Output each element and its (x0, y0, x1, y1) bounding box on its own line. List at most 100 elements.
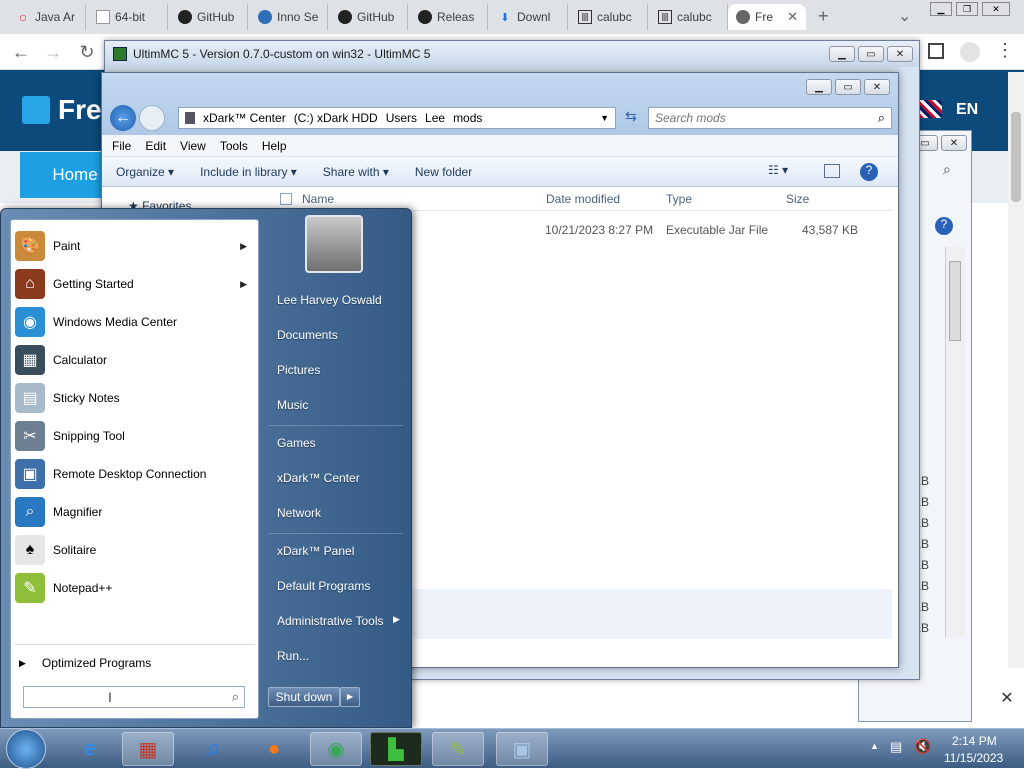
clock-time[interactable]: 2:14 PM (952, 734, 997, 748)
notepad-plus-icon[interactable]: ✎ (432, 732, 484, 766)
col-size[interactable]: Size (786, 192, 809, 206)
search-icon[interactable]: ⌕ (878, 110, 885, 126)
start-orb-icon[interactable] (6, 729, 46, 769)
music-icon[interactable]: ♫ (186, 732, 238, 766)
organize-button[interactable]: Organize ▾ (116, 165, 174, 179)
program-snipping-tool[interactable]: ✂ Snipping Tool (15, 418, 255, 454)
link-xdark-panel[interactable]: xDark™ Panel (277, 544, 354, 558)
link-network[interactable]: Network (277, 506, 321, 520)
link-administrative-tools[interactable]: Administrative Tools (277, 614, 384, 628)
search-icon[interactable]: ⌕ (943, 161, 951, 178)
user-avatar[interactable] (305, 215, 363, 273)
address-bar[interactable]: xDark™ Center (C:) xDark HDD Users Lee m… (178, 107, 616, 129)
side-panel-icon[interactable] (928, 43, 944, 59)
new-tab-button[interactable]: + (818, 6, 829, 27)
close-icon[interactable]: ✕ (887, 46, 913, 62)
maximize-icon[interactable]: ▭ (835, 79, 861, 95)
tab-9-active[interactable]: Fre ✕ (728, 4, 806, 30)
help-icon[interactable]: ? (860, 163, 878, 181)
preview-pane-icon[interactable] (824, 164, 840, 178)
program-getting-started[interactable]: ⌂ Getting Started ▶ (15, 266, 255, 302)
tab-8[interactable]: Ⅲcalubc (650, 4, 728, 30)
col-date-modified[interactable]: Date modified (546, 192, 620, 206)
link-music[interactable]: Music (277, 398, 308, 412)
link-pictures[interactable]: Pictures (277, 363, 320, 377)
back-arrow-icon[interactable]: ← (10, 42, 32, 63)
breadcrumb-2[interactable]: Users (386, 111, 417, 125)
help-icon[interactable]: ? (935, 217, 953, 235)
tab-2[interactable]: GitHub (170, 4, 248, 30)
tab-0[interactable]: ○ Java Ar (8, 4, 86, 30)
program-paint[interactable]: 🎨 Paint ▶ (15, 228, 255, 264)
maximize-icon[interactable]: ▭ (858, 46, 884, 62)
breadcrumb-4[interactable]: mods (453, 111, 482, 125)
profile-avatar[interactable] (960, 42, 980, 62)
scroll-thumb[interactable] (1011, 112, 1021, 202)
close-icon[interactable]: ✕ (864, 79, 890, 95)
maximize-icon[interactable]: ❐ (956, 2, 978, 16)
minimize-icon[interactable]: ▁ (930, 2, 952, 16)
dropdown-arrow-icon[interactable]: ▼ (600, 113, 609, 123)
link-xdark-center[interactable]: xDark™ Center (277, 471, 360, 485)
close-icon[interactable]: ✕ (982, 2, 1010, 16)
shutdown-button[interactable]: Shut down (268, 687, 340, 707)
program-solitaire[interactable]: ♠ Solitaire (15, 532, 255, 568)
tray-up-arrow-icon[interactable]: ▲ (870, 741, 879, 751)
back-icon[interactable]: ← (110, 105, 136, 131)
forward-icon[interactable] (139, 105, 165, 131)
uk-flag-icon[interactable] (920, 100, 942, 118)
col-type[interactable]: Type (666, 192, 692, 206)
share-with-button[interactable]: Share with ▾ (323, 165, 389, 179)
menu-file[interactable]: File (112, 139, 131, 153)
menu-view[interactable]: View (180, 139, 206, 153)
remote-icon[interactable]: ▣ (496, 732, 548, 766)
store-icon[interactable]: ▦ (122, 732, 174, 766)
search-input[interactable] (649, 108, 859, 128)
clock-date[interactable]: 11/15/2023 (944, 751, 1003, 765)
include-in-library-button[interactable]: Include in library ▾ (200, 165, 297, 179)
tab-3[interactable]: Inno Se (250, 4, 328, 30)
menu-edit[interactable]: Edit (145, 139, 166, 153)
shutdown-options-arrow-icon[interactable]: ▶ (340, 687, 360, 707)
search-box[interactable]: ⌕ (648, 107, 892, 129)
ultimmc-titlebar[interactable]: UltimMC 5 - Version 0.7.0-custom on win3… (105, 41, 919, 67)
search-icon[interactable]: ⌕ (232, 689, 239, 705)
language-label[interactable]: EN (956, 101, 978, 119)
minimize-icon[interactable]: ▁ (806, 79, 832, 95)
kebab-menu-icon[interactable]: ⋮ (996, 40, 1014, 61)
tab-6[interactable]: ⬇ Downl (490, 4, 568, 30)
chrome-icon[interactable]: ◉ (310, 732, 362, 766)
all-programs-button[interactable]: ▶ Optimized Programs (19, 652, 255, 674)
tab-4[interactable]: GitHub (330, 4, 408, 30)
page-scrollbar[interactable] (1008, 72, 1024, 668)
firefox-icon[interactable]: ● (248, 732, 300, 766)
link-games[interactable]: Games (277, 436, 316, 450)
terminal-icon[interactable]: ▙ (370, 732, 422, 766)
link-run[interactable]: Run... (277, 649, 309, 663)
breadcrumb-0[interactable]: xDark™ Center (203, 111, 286, 125)
new-folder-button[interactable]: New folder (415, 165, 472, 179)
close-banner-icon[interactable]: ✕ (990, 688, 1024, 712)
tab-5[interactable]: Releas (410, 4, 488, 30)
link-default-programs[interactable]: Default Programs (277, 579, 370, 593)
view-options-icon[interactable]: ☷ ▾ (768, 163, 788, 177)
program-notepad-plus[interactable]: ✎ Notepad++ (15, 570, 255, 606)
scrollbar[interactable] (945, 247, 965, 637)
select-all-checkbox[interactable] (280, 193, 292, 205)
internet-explorer-icon[interactable]: e (64, 732, 116, 766)
tab-7[interactable]: Ⅲcalubc (570, 4, 648, 30)
reload-icon[interactable]: ↻ (76, 42, 98, 63)
tab-1[interactable]: 64-bit (88, 4, 168, 30)
menu-help[interactable]: Help (262, 139, 287, 153)
col-name[interactable]: Name (302, 192, 334, 206)
program-sticky-notes[interactable]: ▤ Sticky Notes (15, 380, 255, 416)
minimize-icon[interactable]: ▁ (829, 46, 855, 62)
close-tab-icon[interactable]: ✕ (787, 9, 798, 25)
tab-search-chevron-icon[interactable]: ⌄ (898, 6, 911, 26)
volume-mute-icon[interactable]: 🔇 (914, 738, 931, 755)
program-remote-desktop[interactable]: ▣ Remote Desktop Connection (15, 456, 255, 492)
scroll-thumb[interactable] (949, 261, 961, 341)
breadcrumb-3[interactable]: Lee (425, 111, 445, 125)
refresh-icon[interactable]: ⇆ (620, 108, 642, 128)
program-calculator[interactable]: ▦ Calculator (15, 342, 255, 378)
